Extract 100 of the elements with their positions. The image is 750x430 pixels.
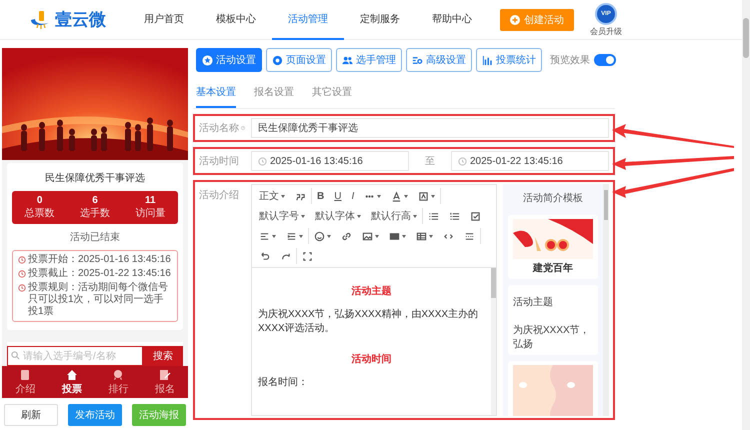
clock-icon: [18, 270, 26, 278]
template-title: 活动主题: [513, 296, 554, 310]
content-heading: 活动时间: [350, 352, 392, 366]
settings-tab[interactable]: 高级设置: [406, 48, 472, 72]
action-button[interactable]: 刷新: [4, 404, 58, 426]
caret-icon: [327, 234, 331, 238]
image-icon: [362, 230, 373, 242]
field-label: 活动时间: [199, 154, 239, 168]
tab-item[interactable]: 投票: [48, 366, 95, 398]
edit-icon: [158, 368, 171, 380]
table-icon: [416, 230, 427, 242]
rich-text-editor[interactable]: 正文 B U I 默认字号 默认字体 默认行高 活动主题 为庆祝XXXX节，弘扬XXXX精神，由XXXX主办的XXXX评选活动。 活动时间 报名时间：: [251, 184, 497, 416]
content-paragraph: 为庆祝XXXX节，弘扬XXXX精神，由XXXX主办的XXXX评选活动。: [258, 308, 480, 336]
field-label: 活动名称: [199, 122, 239, 135]
toolbar-button[interactable]: 默认字号: [254, 206, 310, 226]
stat-label: 访问量: [135, 206, 166, 220]
caret-icon: [272, 234, 276, 238]
toolbar-button[interactable]: B: [312, 186, 330, 206]
scrollbar[interactable]: [491, 268, 496, 415]
tab-item[interactable]: 报名: [142, 366, 188, 398]
medal-icon: [112, 368, 124, 380]
settings-tab[interactable]: 选手管理: [336, 48, 402, 72]
fullscreen-icon: [302, 250, 313, 262]
search-field[interactable]: 请输入选手编号/名称: [7, 346, 143, 366]
font-color-icon: [391, 190, 402, 202]
scrollbar[interactable]: [742, 0, 750, 430]
sub-tab[interactable]: 其它设置: [312, 81, 352, 108]
toolbar-button[interactable]: U: [329, 186, 346, 206]
emoji-icon: [314, 230, 325, 242]
undo-icon: [259, 250, 270, 262]
help-icon: [241, 124, 245, 132]
scrollbar[interactable]: [603, 184, 609, 416]
logo-text: 壹云微: [55, 9, 106, 31]
toolbar-button[interactable]: 默认字体: [310, 206, 366, 226]
toggle-label: 预览效果: [550, 54, 590, 67]
clock-icon: [18, 284, 26, 292]
tab-item[interactable]: 介绍: [2, 366, 48, 398]
toolbar-button[interactable]: 默认行高: [366, 206, 422, 226]
toolbar-button[interactable]: I: [346, 186, 360, 206]
clock-icon: [18, 256, 26, 264]
sub-tab[interactable]: 基本设置: [196, 81, 236, 108]
clock-icon: [258, 156, 267, 166]
checkbox-icon: [470, 210, 481, 222]
sliders-icon: [412, 54, 423, 66]
stat-value: 0: [36, 195, 42, 206]
caret-icon: [431, 194, 436, 198]
caret-icon: [377, 194, 382, 198]
vip-label[interactable]: 会员升级: [590, 26, 622, 36]
name-field[interactable]: 民生保障优秀干事评选: [251, 118, 609, 138]
link-icon: [341, 230, 352, 242]
star-icon: [202, 54, 213, 66]
template-card[interactable]: 建党百年: [508, 215, 598, 279]
tab-item[interactable]: 排行: [95, 366, 142, 398]
plus-icon: [510, 14, 520, 24]
divider-icon: [464, 230, 475, 242]
caret-icon: [413, 214, 417, 218]
template-text: 为庆祝XXXX节，弘扬: [513, 324, 591, 351]
settings-tab[interactable]: 页面设置: [266, 48, 332, 72]
info-text: 投票规则：活动期间每个微信号只可以投1次，可以对同一选手投1票: [28, 282, 169, 318]
nav-item[interactable]: 帮助中心: [416, 0, 488, 40]
video-icon: [389, 230, 400, 242]
end-time-field[interactable]: 2025-01-22 13:45:16: [451, 151, 609, 171]
stat-label: 选手数: [80, 206, 110, 220]
users-icon: [342, 54, 353, 66]
preview-toggle[interactable]: [594, 54, 616, 66]
caret-icon: [375, 234, 379, 238]
nav-item[interactable]: 活动管理: [272, 0, 344, 40]
status-text: 活动已结束: [69, 230, 121, 244]
search-button[interactable]: 搜索: [143, 346, 183, 366]
caret-icon: [299, 234, 303, 238]
bulleted-list-icon: [428, 210, 439, 222]
nav-item[interactable]: 用户首页: [128, 0, 200, 40]
template-caption: 建党百年: [532, 262, 574, 275]
caret-icon: [357, 214, 361, 218]
template-card[interactable]: 活动主题 为庆祝XXXX节，弘扬: [508, 285, 598, 355]
indent-icon: [286, 230, 297, 242]
info-text: 投票开始：2025-01-16 13:45:16: [28, 254, 172, 266]
stat-value: 11: [145, 195, 156, 206]
bar-chart-icon: [482, 54, 493, 66]
sub-tab[interactable]: 报名设置: [254, 81, 294, 108]
caret-icon: [301, 214, 305, 218]
nav-item[interactable]: 定制服务: [344, 0, 416, 40]
background-color-icon: [418, 190, 430, 202]
activity-title: 民生保障优秀干事评选: [44, 172, 146, 185]
search-icon: [11, 351, 20, 360]
settings-tab[interactable]: 投票统计: [476, 48, 542, 72]
nav-item[interactable]: 模板中心: [200, 0, 272, 40]
caret-icon: [429, 234, 433, 238]
content-heading: 活动主题: [350, 284, 392, 298]
home-icon: [66, 368, 78, 380]
start-time-field[interactable]: 2025-01-16 13:45:16: [251, 151, 409, 171]
gear-icon: [272, 54, 283, 66]
caret-icon: [281, 194, 285, 198]
numbered-list-icon: [449, 210, 460, 222]
content-paragraph: 报名时间：: [258, 376, 309, 390]
range-separator: 至: [424, 155, 436, 168]
toolbar-button[interactable]: 正文: [254, 186, 290, 206]
caret-icon: [404, 194, 408, 198]
settings-tab[interactable]: 活动设置: [196, 48, 262, 72]
caret-icon: [402, 234, 406, 238]
